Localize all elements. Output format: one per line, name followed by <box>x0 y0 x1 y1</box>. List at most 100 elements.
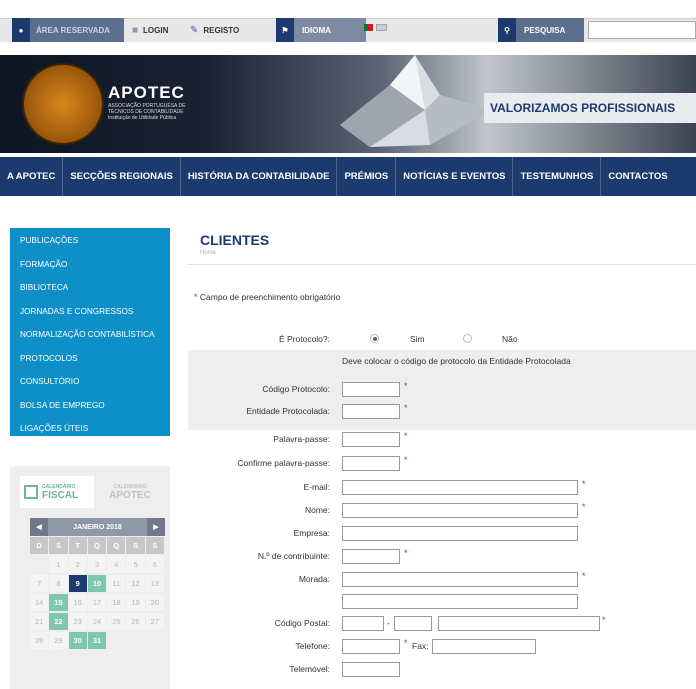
login-link[interactable]: ■ LOGIN <box>132 18 168 42</box>
email-row: E-mail: * <box>188 478 696 498</box>
calendar-day: 25 <box>107 613 126 630</box>
required-star: * <box>404 381 408 391</box>
calendar-header: ◀ JANEIRO 2018 ▶ <box>30 518 165 536</box>
calendar-empty-cell <box>30 556 48 573</box>
confirm-input[interactable] <box>342 456 400 471</box>
codigo-protocolo-input[interactable] <box>342 382 400 397</box>
required-note-text: Campo de preenchimento obrigatório <box>199 292 341 302</box>
weekday-header: S <box>126 537 145 554</box>
sidebar-item-protocolos[interactable]: PROTOCOLOS <box>10 352 170 376</box>
telemovel-input[interactable] <box>342 662 400 677</box>
sidebar-item-formacao[interactable]: FORMAÇÃO <box>10 258 170 282</box>
password-input[interactable] <box>342 432 400 447</box>
nif-input[interactable] <box>342 549 400 564</box>
uk-flag-icon[interactable] <box>376 24 387 31</box>
top-bar: ● ÁREA RESERVADA ■ LOGIN ✎ REGISTO ⚑ IDI… <box>0 0 696 42</box>
calendar-day: 12 <box>126 575 145 592</box>
required-star: * <box>582 479 586 489</box>
sidebar-item-jornadas[interactable]: JORNADAS E CONGRESSOS <box>10 305 170 329</box>
calendar-day: 18 <box>107 594 126 611</box>
portugal-flag-icon[interactable] <box>364 24 373 31</box>
localidade-input[interactable] <box>438 616 600 631</box>
area-reservada-button[interactable]: ● ÁREA RESERVADA <box>12 18 124 42</box>
pesquisa-label: PESQUISA <box>524 25 566 35</box>
login-label: LOGIN <box>143 25 169 35</box>
sidebar-item-consultorio[interactable]: CONSULTÓRIO <box>10 375 170 399</box>
required-star: * <box>404 548 408 558</box>
codigo-postal-row: Código Postal: - * <box>188 614 696 634</box>
password-label: Palavra-passe: <box>273 434 330 444</box>
prev-month-icon[interactable]: ◀ <box>30 518 48 536</box>
sidebar-item-normalizacao[interactable]: NORMALIZAÇÃO CONTABILÍSTICA <box>10 328 170 352</box>
header-banner: APOTEC ASSOCIAÇÃO PORTUGUESA DE TÉCNICOS… <box>0 55 696 153</box>
pesquisa-button[interactable]: ⚲ PESQUISA <box>498 18 584 42</box>
morada2-row <box>188 592 696 612</box>
morada-label: Morada: <box>298 574 330 584</box>
search-icon: ⚲ <box>498 18 516 42</box>
codigo-postal-input-2[interactable] <box>394 616 432 631</box>
empresa-input[interactable] <box>342 526 578 541</box>
tab-calendario-fiscal[interactable]: CALENDÁRIO FISCAL <box>20 476 94 508</box>
search-input[interactable] <box>588 21 696 39</box>
calendar-grid: D S T Q Q S S 1 2 3 4 5 6 7 8 9 10 11 12 13 14 15 16 17 18 19 20 21… <box>30 537 165 651</box>
morada-row: Morada: * <box>188 570 696 590</box>
nav-contactos[interactable]: CONTACTOS <box>601 157 674 196</box>
apotec-seal-logo[interactable] <box>22 63 104 145</box>
codigo-postal-input-1[interactable] <box>342 616 384 631</box>
sidebar-item-bolsa-emprego[interactable]: BOLSA DE EMPREGO <box>10 399 170 423</box>
calendar-day[interactable]: 10 <box>87 575 107 592</box>
fax-input[interactable] <box>432 639 536 654</box>
logo-subtitle: ASSOCIAÇÃO PORTUGUESA DE TÉCNICOS DE CON… <box>108 103 186 121</box>
language-flags <box>364 24 387 31</box>
idioma-button[interactable]: ⚑ IDIOMA <box>276 18 366 42</box>
weekday-header: T <box>68 537 87 554</box>
required-star: * <box>582 502 586 512</box>
email-input[interactable] <box>342 480 578 495</box>
calendar-day[interactable]: 9 <box>68 575 87 592</box>
codigo-postal-label: Código Postal: <box>274 618 330 628</box>
morada2-input[interactable] <box>342 594 578 609</box>
protocol-no-radio[interactable] <box>463 334 472 343</box>
nome-input[interactable] <box>342 503 578 518</box>
sidebar-item-ligacoes[interactable]: LIGAÇÕES ÚTEIS <box>10 422 170 446</box>
protocol-yes-label: Sim <box>410 334 425 344</box>
tab-calendario-apotec[interactable]: CALENDÁRIO APOTEC <box>100 476 160 508</box>
breadcrumb[interactable]: Home <box>200 250 216 256</box>
nav-premios[interactable]: PRÉMIOS <box>337 157 397 196</box>
entidade-input[interactable] <box>342 404 400 419</box>
calendar-day: 23 <box>68 613 87 630</box>
calendar-day[interactable]: 30 <box>68 632 87 649</box>
weekday-header: Q <box>87 537 107 554</box>
calendar-tabs: CALENDÁRIO FISCAL CALENDÁRIO APOTEC <box>20 476 160 508</box>
calendar-day[interactable]: 22 <box>49 613 68 630</box>
telefone-input[interactable] <box>342 639 400 654</box>
nav-a-apotec[interactable]: A APOTEC <box>0 157 64 196</box>
calendar-day: 21 <box>30 613 49 630</box>
nav-historia[interactable]: HISTÓRIA DA CONTABILIDADE <box>181 157 338 196</box>
nav-testemunhos[interactable]: TESTEMUNHOS <box>513 157 602 196</box>
protocol-no-label: Não <box>502 334 518 344</box>
calendar-day: 19 <box>126 594 145 611</box>
confirm-row: Confirme palavra-passe: * <box>188 454 696 474</box>
nif-label: N.º de contribuinte: <box>257 551 330 561</box>
required-star: * <box>582 571 586 581</box>
weekday-header: S <box>145 537 164 554</box>
nav-seccoes-regionais[interactable]: SECÇÕES REGIONAIS <box>63 157 181 196</box>
weekday-header: Q <box>107 537 126 554</box>
protocol-yes-radio[interactable] <box>370 334 379 343</box>
sidebar-item-biblioteca[interactable]: BIBLIOTECA <box>10 281 170 305</box>
calendar-month: JANEIRO 2018 <box>73 523 122 531</box>
required-star: * <box>404 638 408 648</box>
registo-link[interactable]: ✎ REGISTO <box>190 18 239 42</box>
nav-noticias[interactable]: NOTÍCIAS E EVENTOS <box>396 157 514 196</box>
calendar-day: 5 <box>126 556 145 573</box>
calendar-day[interactable]: 15 <box>49 594 68 611</box>
calendar-day: 4 <box>107 556 126 573</box>
telefone-label: Telefone: <box>295 641 331 651</box>
next-month-icon[interactable]: ▶ <box>147 518 165 536</box>
required-star: * <box>404 431 408 441</box>
sidebar-item-publicacoes[interactable]: PUBLICAÇÕES <box>10 234 170 258</box>
morada-input[interactable] <box>342 572 578 587</box>
calendar-widget: CALENDÁRIO FISCAL CALENDÁRIO APOTEC ◀ JA… <box>10 466 170 689</box>
calendar-day[interactable]: 31 <box>87 632 107 649</box>
